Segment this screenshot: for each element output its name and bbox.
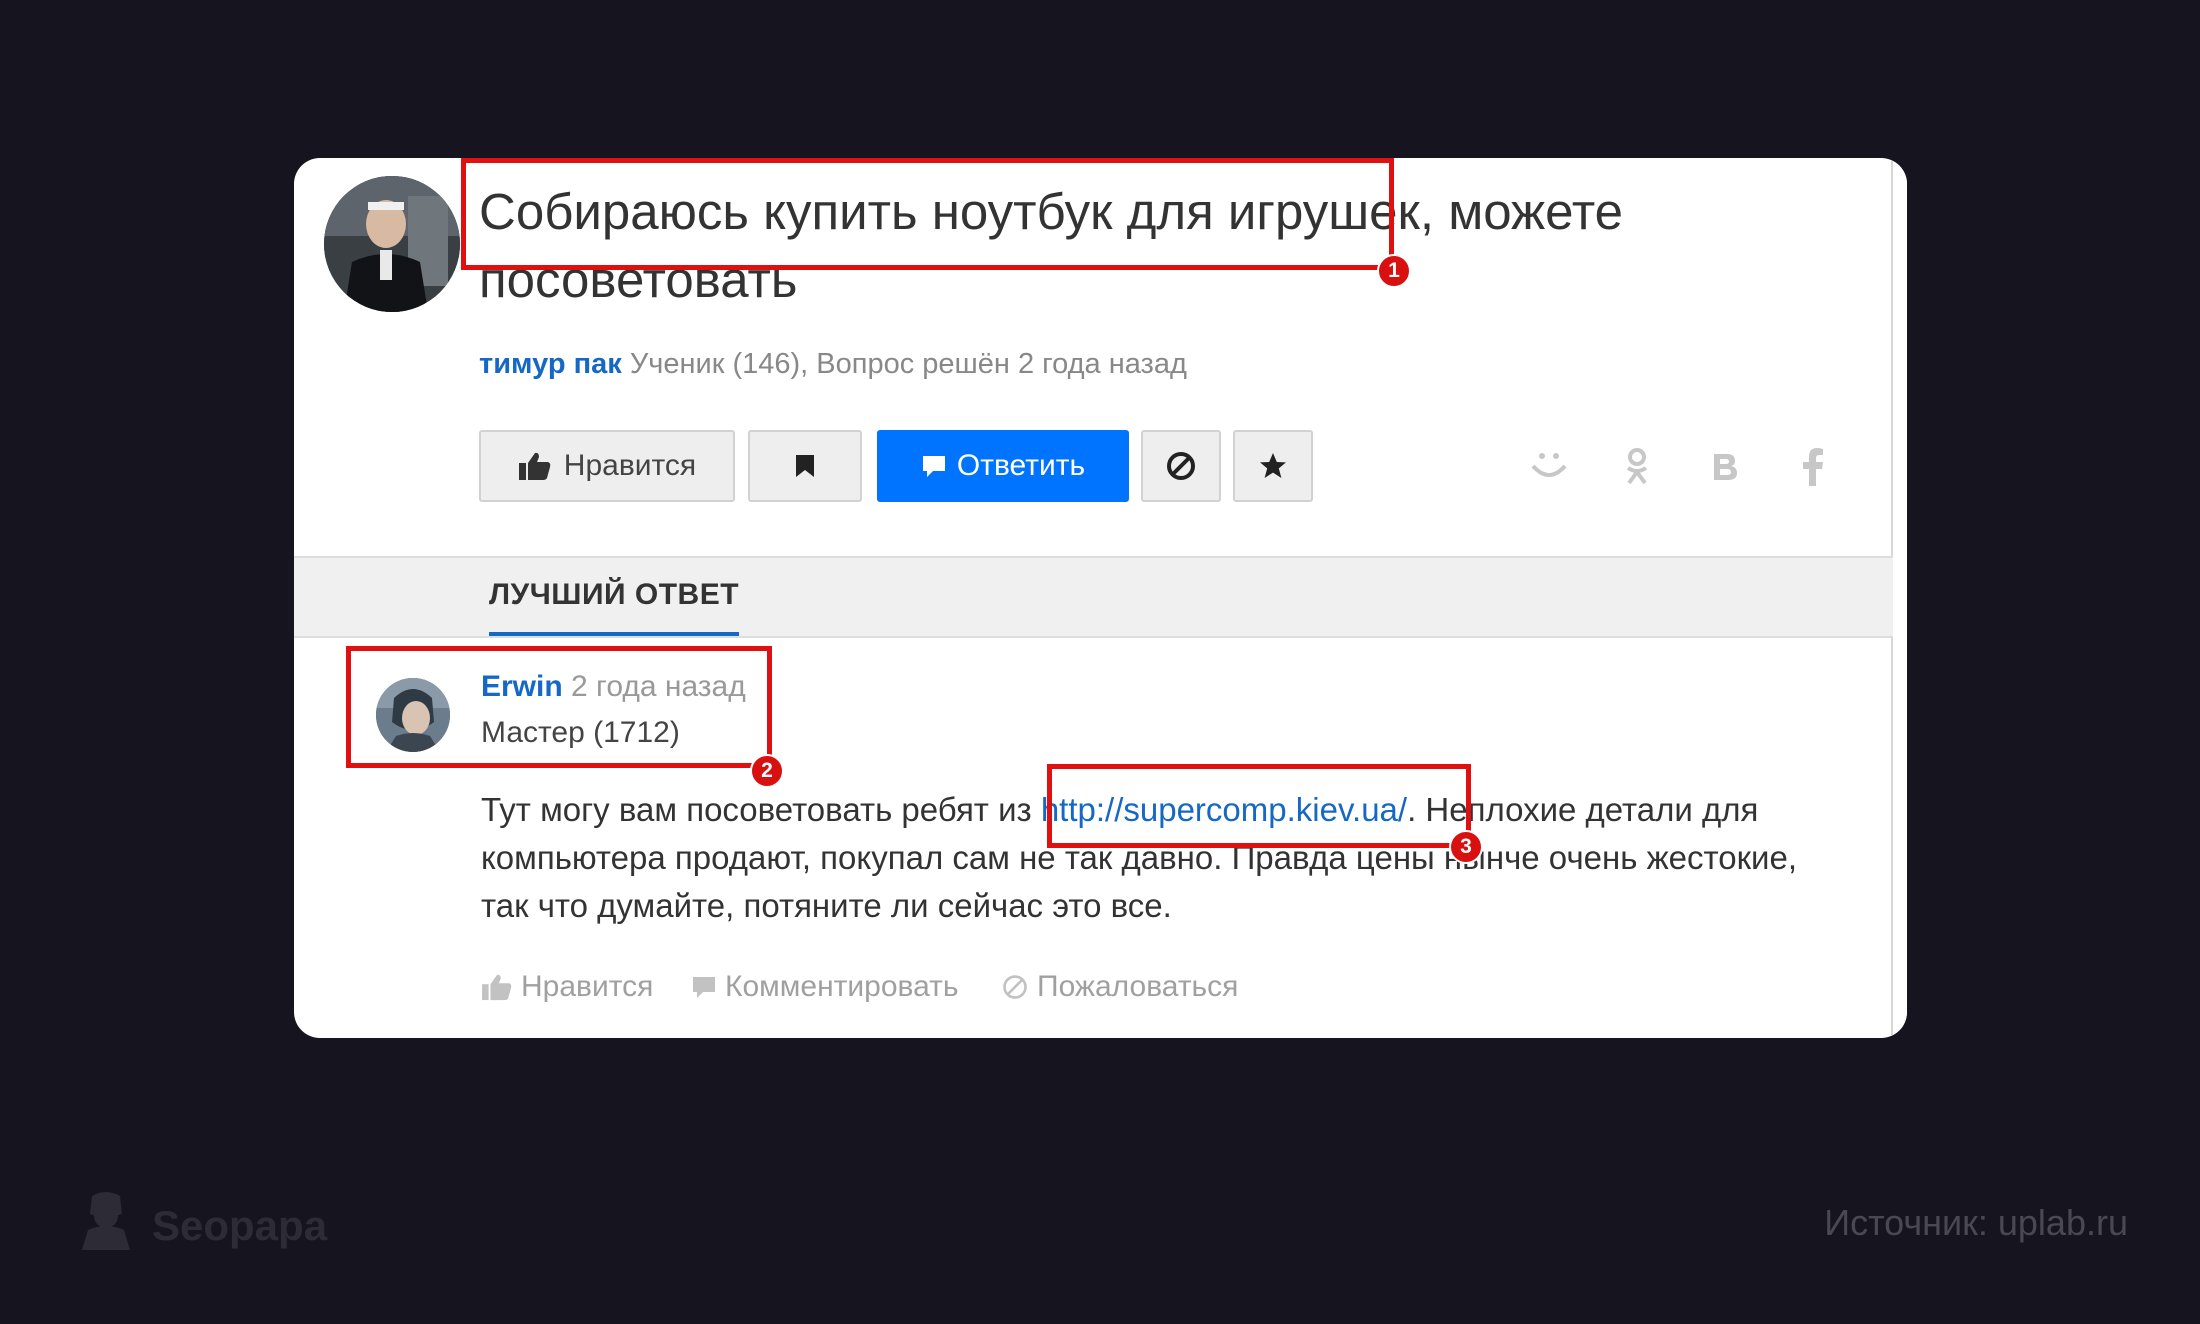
question-card: Собираюсь купить ноутбук для игрушек, мо… — [294, 158, 1907, 1038]
annotation-badge-3: 3 — [1449, 830, 1483, 864]
like-button[interactable]: Нравится — [479, 430, 735, 502]
comment-icon — [922, 456, 945, 477]
highlight-box-link — [1047, 764, 1471, 848]
answer-comment-button[interactable]: Комментировать — [691, 970, 959, 1004]
scrollbar[interactable] — [1891, 158, 1907, 1038]
answer-report-label: Пожаловаться — [1037, 970, 1239, 1003]
block-icon — [1167, 452, 1195, 480]
highlight-box-author — [346, 646, 772, 768]
question-author-avatar[interactable] — [324, 176, 460, 312]
vk-icon[interactable] — [1696, 438, 1754, 496]
question-meta-text: Ученик (146), Вопрос решён 2 года назад — [621, 348, 1187, 380]
comment-icon — [693, 977, 715, 998]
annotation-badge-1: 1 — [1377, 254, 1411, 288]
reply-button-label: Ответить — [956, 449, 1086, 482]
answer-comment-label: Комментировать — [725, 970, 959, 1003]
seopapa-logo-icon — [82, 1192, 130, 1250]
favorite-button[interactable] — [1233, 430, 1313, 502]
block-icon — [1003, 975, 1027, 999]
thumbs-up-icon — [518, 452, 551, 480]
question-author-link[interactable]: тимур пак — [479, 348, 622, 380]
mail-smile-icon[interactable] — [1520, 438, 1578, 496]
reply-button[interactable]: Ответить — [877, 430, 1129, 502]
tab-best-answer[interactable]: ЛУЧШИЙ ОТВЕТ — [489, 558, 740, 636]
presentation-frame: Собираюсь купить ноутбук для игрушек, мо… — [0, 0, 2200, 1324]
thumbs-up-icon — [482, 974, 512, 1001]
block-button[interactable] — [1141, 430, 1221, 502]
like-button-label: Нравится — [563, 449, 697, 482]
answer-text-before: Тут могу вам посоветовать ребят из — [481, 791, 1041, 828]
answer-report-button[interactable]: Пожаловаться — [1001, 970, 1238, 1004]
avatar-photo-icon — [324, 176, 460, 312]
bookmark-icon — [796, 455, 814, 477]
watermark-text: Seopapa — [152, 1202, 328, 1249]
highlight-box-title — [461, 158, 1394, 270]
odnoklassniki-icon[interactable] — [1608, 438, 1666, 496]
answer-like-button[interactable]: Нравится — [481, 970, 653, 1004]
annotation-badge-2: 2 — [750, 754, 784, 788]
star-icon — [1260, 453, 1286, 478]
source-credit: Источник: uplab.ru — [1824, 1202, 2128, 1243]
answer-like-label: Нравится — [521, 970, 654, 1003]
facebook-icon[interactable] — [1784, 438, 1842, 496]
best-answer-bar: ЛУЧШИЙ ОТВЕТ — [294, 556, 1893, 638]
question-meta: тимур пак Ученик (146), Вопрос решён 2 г… — [479, 348, 1187, 381]
bookmark-button[interactable] — [748, 430, 862, 502]
